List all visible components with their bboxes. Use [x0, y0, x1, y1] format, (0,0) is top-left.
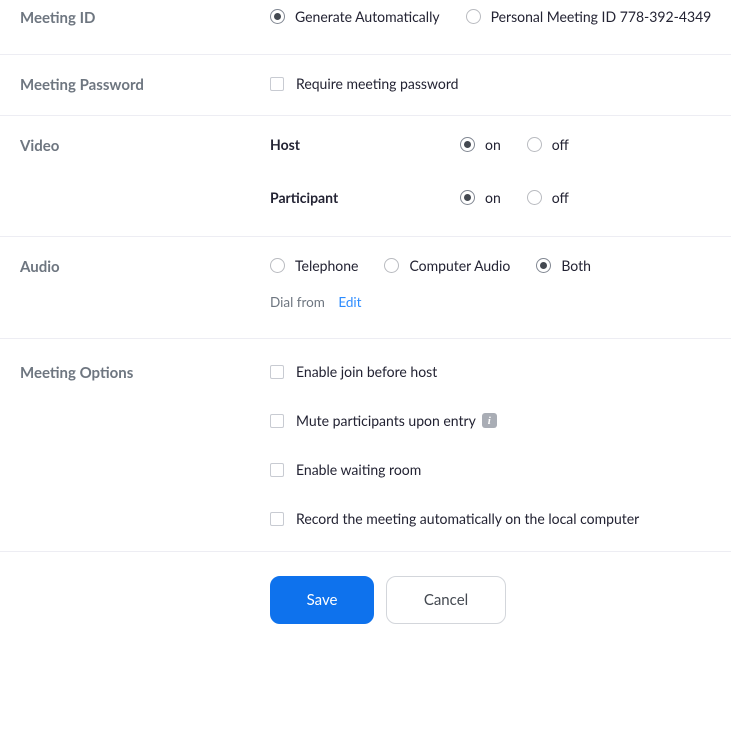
edit-dial-link[interactable]: Edit [338, 294, 361, 310]
radio-label: off [552, 189, 569, 206]
checkbox-mute-on-entry[interactable]: Mute participants upon entry [270, 412, 476, 429]
section-meeting-id: Meeting ID Generate Automatically Person… [0, 0, 731, 55]
info-icon[interactable]: i [482, 413, 497, 428]
video-host-label: Host [270, 136, 460, 153]
dial-from-label: Dial from [270, 294, 325, 310]
meeting-id-label: Meeting ID [20, 8, 270, 28]
radio-both[interactable]: Both [536, 257, 591, 274]
meeting-options-label: Meeting Options [20, 363, 270, 527]
checkbox-label: Enable join before host [296, 363, 437, 380]
dial-from-row: Dial from Edit [270, 294, 716, 310]
radio-telephone[interactable]: Telephone [270, 257, 358, 274]
meeting-password-label: Meeting Password [20, 75, 270, 95]
radio-icon [460, 190, 475, 205]
meeting-id-radio-group: Generate Automatically Personal Meeting … [270, 8, 716, 25]
checkbox-label: Require meeting password [296, 75, 458, 92]
checkbox-icon [270, 463, 284, 477]
video-participant-row: Participant on off [270, 189, 716, 206]
checkbox-join-before-host[interactable]: Enable join before host [270, 363, 437, 380]
section-meeting-options: Meeting Options Enable join before host … [0, 339, 731, 551]
radio-label: on [485, 189, 501, 206]
radio-label: Telephone [295, 257, 358, 274]
checkbox-icon [270, 77, 284, 91]
checkbox-icon [270, 365, 284, 379]
radio-icon [527, 137, 542, 152]
radio-icon [527, 190, 542, 205]
video-participant-radio-group: on off [460, 189, 569, 206]
cancel-button[interactable]: Cancel [386, 576, 506, 624]
footer-actions: Save Cancel [0, 551, 731, 642]
radio-host-on[interactable]: on [460, 136, 501, 153]
radio-icon [460, 137, 475, 152]
section-meeting-password: Meeting Password Require meeting passwor… [0, 55, 731, 116]
video-host-row: Host on off [270, 136, 716, 153]
section-video: Video Host on off Participant on [0, 116, 731, 237]
radio-label: on [485, 136, 501, 153]
checkbox-waiting-room[interactable]: Enable waiting room [270, 461, 421, 478]
radio-icon [466, 9, 481, 24]
section-audio: Audio Telephone Computer Audio Both Dial… [0, 237, 731, 339]
checkbox-label: Mute participants upon entry [296, 412, 476, 429]
radio-label: Computer Audio [409, 257, 510, 274]
video-participant-label: Participant [270, 189, 460, 206]
checkbox-icon [270, 512, 284, 526]
radio-generate-automatically[interactable]: Generate Automatically [270, 8, 440, 25]
radio-label: Both [561, 257, 591, 274]
radio-participant-off[interactable]: off [527, 189, 569, 206]
radio-personal-meeting-id[interactable]: Personal Meeting ID 778-392-4349 [466, 8, 712, 25]
radio-host-off[interactable]: off [527, 136, 569, 153]
radio-label: off [552, 136, 569, 153]
radio-label: Personal Meeting ID 778-392-4349 [491, 8, 712, 25]
radio-icon [384, 258, 399, 273]
radio-icon [536, 258, 551, 273]
audio-radio-group: Telephone Computer Audio Both [270, 257, 716, 274]
radio-icon [270, 258, 285, 273]
audio-label: Audio [20, 257, 270, 310]
radio-label: Generate Automatically [295, 8, 440, 25]
save-button[interactable]: Save [270, 576, 374, 624]
radio-computer-audio[interactable]: Computer Audio [384, 257, 510, 274]
checkbox-auto-record[interactable]: Record the meeting automatically on the … [270, 510, 639, 527]
radio-icon [270, 9, 285, 24]
video-host-radio-group: on off [460, 136, 569, 153]
checkbox-require-password[interactable]: Require meeting password [270, 75, 716, 92]
checkbox-label: Record the meeting automatically on the … [296, 510, 639, 527]
checkbox-label: Enable waiting room [296, 461, 421, 478]
checkbox-icon [270, 414, 284, 428]
radio-participant-on[interactable]: on [460, 189, 501, 206]
video-label: Video [20, 136, 270, 206]
